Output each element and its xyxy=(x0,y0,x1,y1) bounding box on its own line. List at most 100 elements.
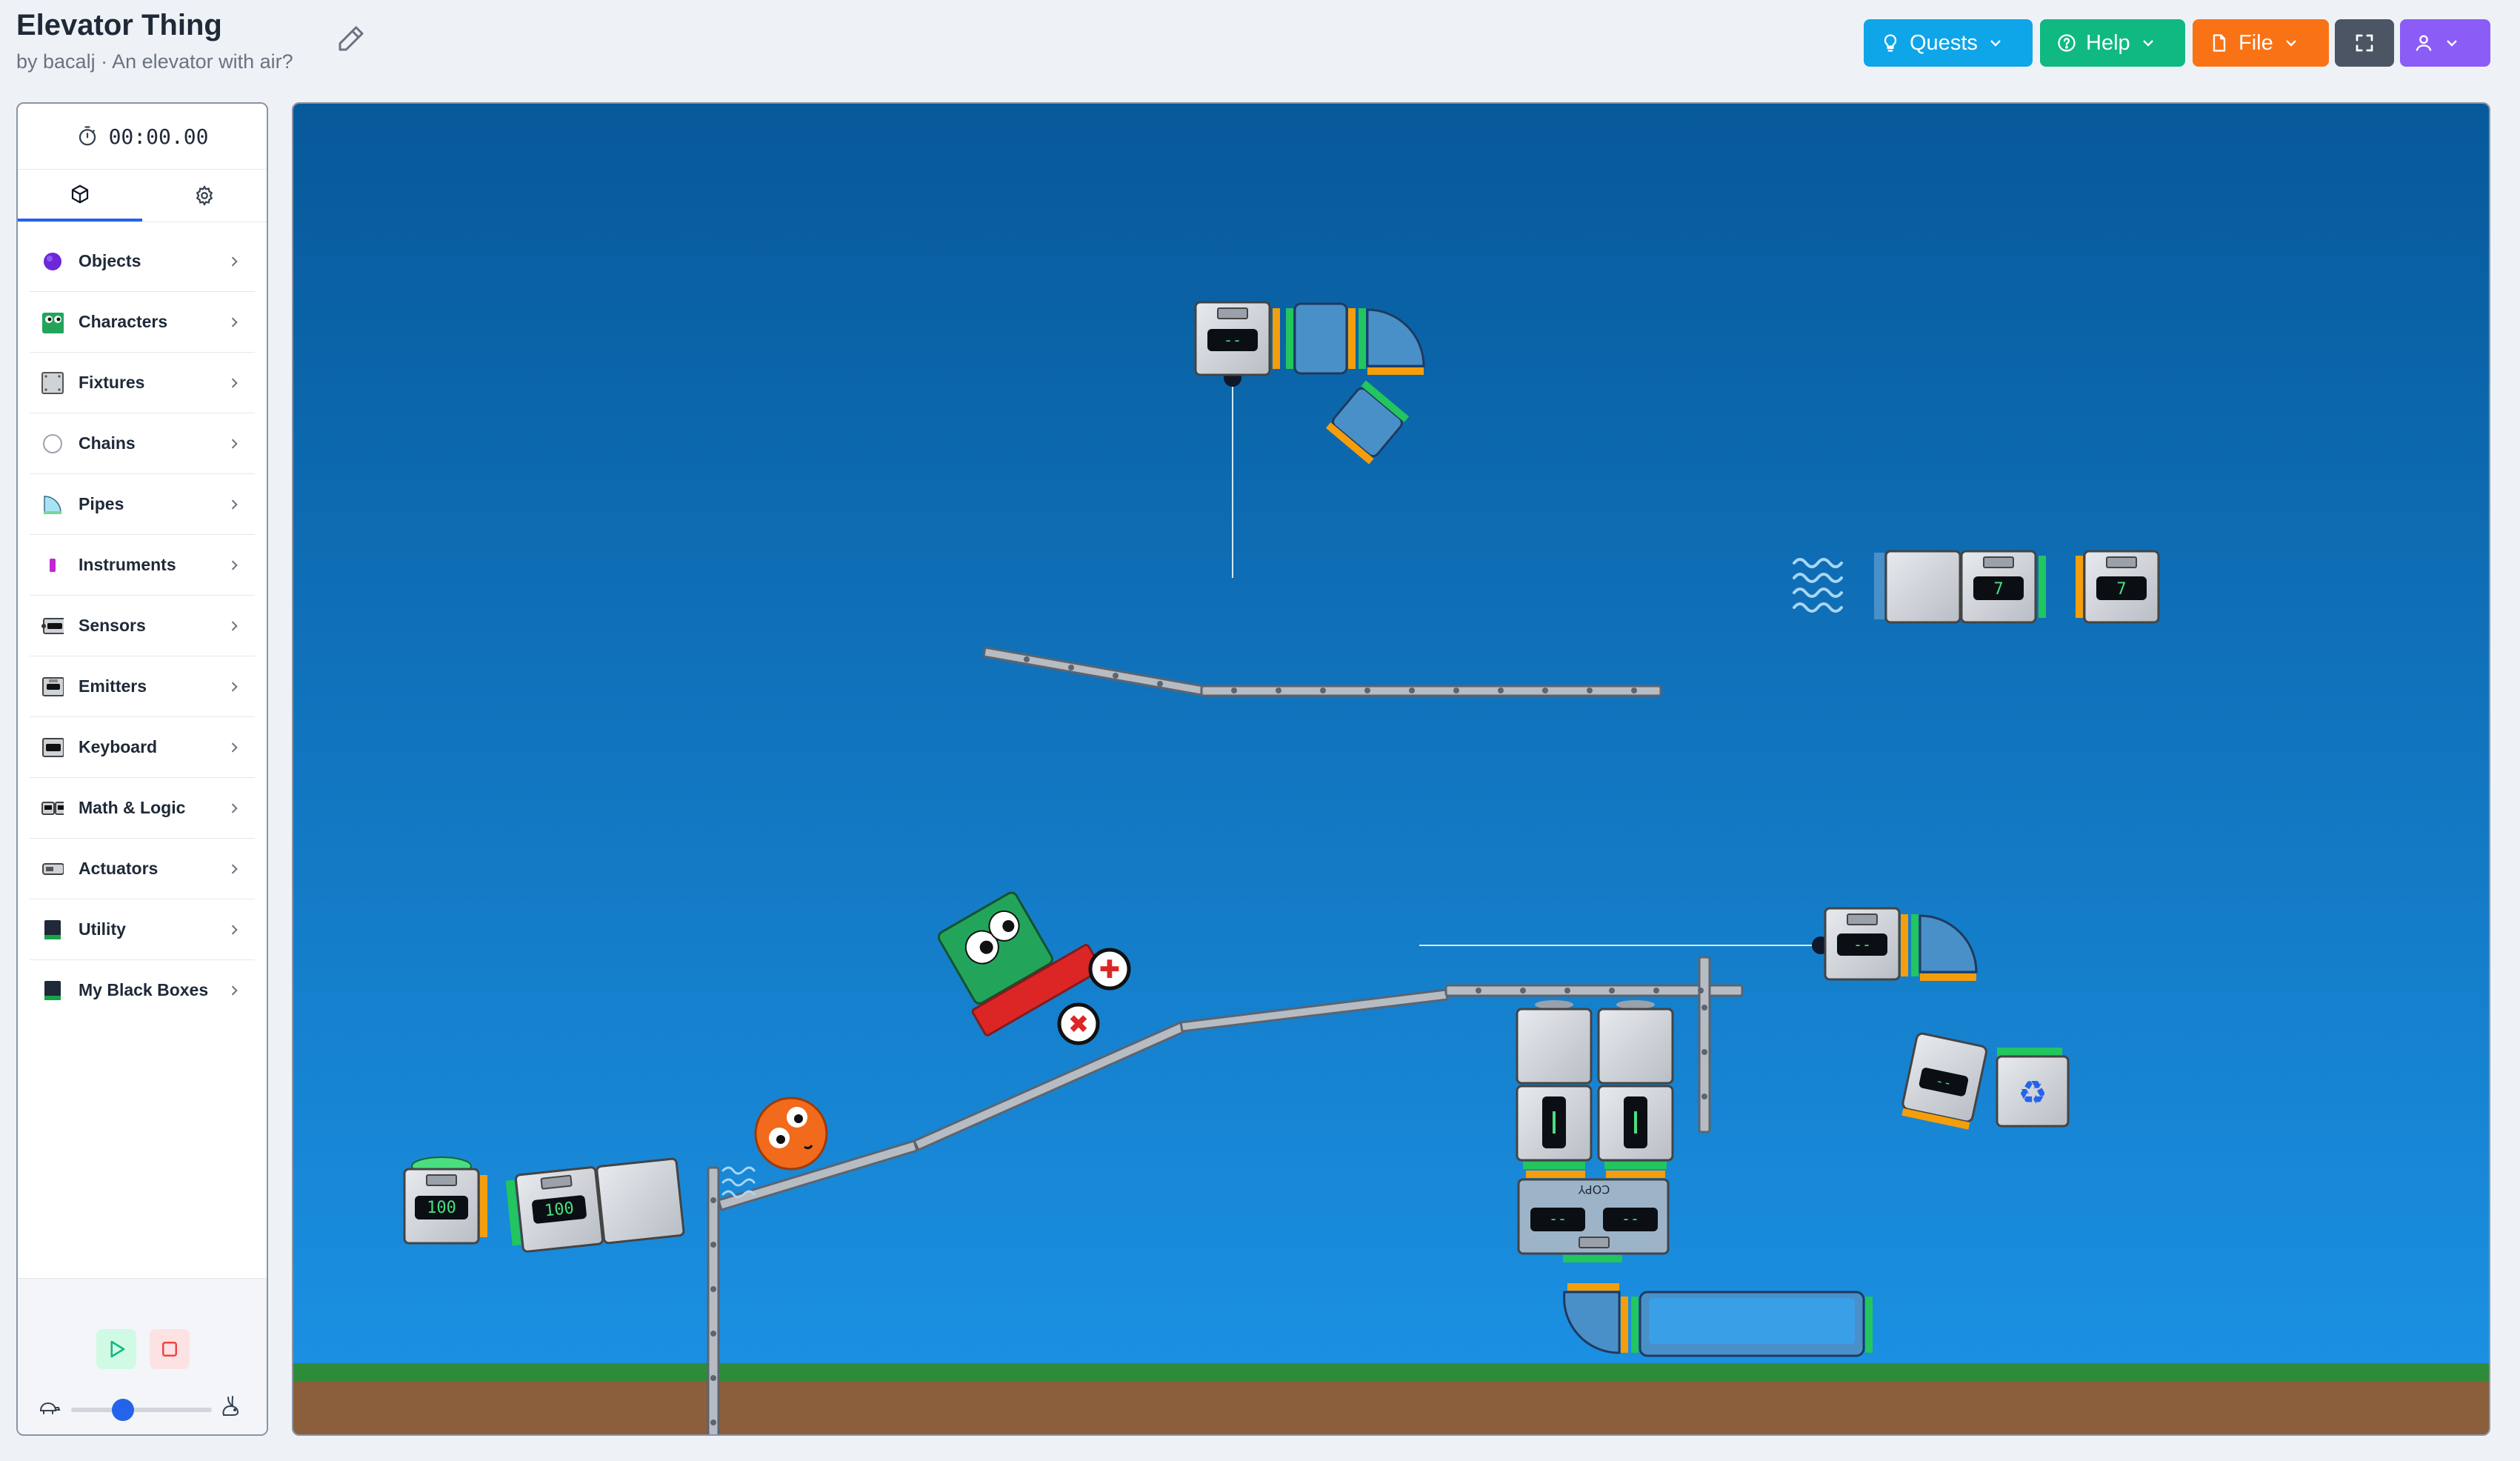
pencil-icon[interactable] xyxy=(336,24,366,53)
category-chains[interactable]: Chains xyxy=(30,413,255,474)
copy-label: COPY xyxy=(1578,1182,1610,1197)
sidebar-tabs xyxy=(18,170,267,222)
category-utility[interactable]: Utility xyxy=(30,899,255,960)
category-actuators[interactable]: Actuators xyxy=(30,839,255,899)
tab-settings[interactable] xyxy=(142,170,267,222)
category-label: Keyboard xyxy=(79,737,158,756)
fullscreen-button[interactable] xyxy=(2335,19,2394,67)
page-title: Elevator Thing xyxy=(16,9,222,41)
chevron-right-icon xyxy=(231,499,238,510)
right-vertical-beam[interactable] xyxy=(1698,956,1711,1134)
chevron-right-icon xyxy=(231,256,238,267)
category-label: Instruments xyxy=(79,555,176,574)
dirt-ground xyxy=(293,1381,2489,1434)
category-my-black-boxes[interactable]: My Black Boxes xyxy=(30,960,255,1020)
left-vertical-beam[interactable] xyxy=(707,1166,720,1436)
counter-a-display: 7 xyxy=(1993,580,2003,599)
category-math-logic[interactable]: Math & Logic xyxy=(30,778,255,839)
orange-ball-character[interactable] xyxy=(754,1096,828,1171)
chevron-right-icon xyxy=(231,802,238,813)
category-sensors[interactable]: Sensors xyxy=(30,596,255,656)
grass-strip xyxy=(293,1363,2489,1381)
gear-icon xyxy=(196,184,213,207)
user-menu-button[interactable] xyxy=(2400,19,2490,67)
green-character-icon xyxy=(41,311,64,333)
rabbit-icon xyxy=(219,1394,241,1422)
keyboard-icon xyxy=(41,736,64,759)
quests-button[interactable]: Quests xyxy=(1864,19,2033,67)
category-emitters[interactable]: Emitters xyxy=(30,656,255,717)
category-label: Sensors xyxy=(79,616,146,635)
wheel-icon: ✖ xyxy=(1068,1010,1090,1039)
bottom-pipe[interactable] xyxy=(1563,1283,1873,1357)
page-subtitle: by bacalj · An elevator with air? xyxy=(16,50,293,73)
speed-slider-thumb[interactable] xyxy=(112,1399,135,1421)
category-objects[interactable]: Objects xyxy=(30,231,255,292)
recycle-bin[interactable]: ♻ xyxy=(1996,1048,2070,1128)
simulation-canvas[interactable]: -- 7 7 -- -- ♻ COPY -- -- 100 100 ✚ ✖ xyxy=(292,102,2490,1436)
fullscreen-icon xyxy=(2356,34,2373,52)
chevron-right-icon xyxy=(231,742,238,753)
right-emitter-display: -- xyxy=(1853,936,1871,954)
turtle-icon xyxy=(39,1397,61,1420)
chevron-right-icon xyxy=(231,377,238,388)
tilted-device-display: -- xyxy=(1934,1073,1953,1091)
chevron-down-icon xyxy=(2142,40,2153,47)
category-label: Fixtures xyxy=(79,373,145,392)
actuator-icon xyxy=(41,858,64,880)
file-icon xyxy=(2213,34,2226,52)
stop-button[interactable] xyxy=(150,1329,190,1369)
sidebar-panel: 00:00.00 Objects Characters Fixtures Cha… xyxy=(16,102,268,1436)
left-counter-display: 100 xyxy=(427,1199,456,1217)
tab-objects[interactable] xyxy=(18,170,142,222)
top-emitter-display: -- xyxy=(1224,331,1241,349)
wheel-icon: ✚ xyxy=(1099,955,1121,985)
timer-value: 00:00.00 xyxy=(108,124,209,149)
stop-icon xyxy=(162,1342,177,1357)
category-keyboard[interactable]: Keyboard xyxy=(30,717,255,778)
category-label: Pipes xyxy=(79,494,124,513)
counter-b-display: 7 xyxy=(2116,580,2126,599)
fixture-panel-icon xyxy=(41,371,64,394)
left-keyboard-device[interactable]: 100 xyxy=(505,1157,685,1254)
left-counter-device[interactable]: 100 xyxy=(403,1157,487,1245)
purple-ball-icon xyxy=(41,250,64,273)
chevron-right-icon xyxy=(231,620,238,631)
chevron-down-icon xyxy=(2285,40,2296,47)
chevron-right-icon xyxy=(231,559,238,570)
instrument-icon xyxy=(41,554,64,576)
chevron-right-icon xyxy=(231,863,238,874)
category-instruments[interactable]: Instruments xyxy=(30,535,255,596)
category-label: Emitters xyxy=(79,676,147,696)
counter-device-a[interactable]: 7 xyxy=(1874,550,2046,624)
copy-display-a: -- xyxy=(1549,1210,1567,1228)
category-characters[interactable]: Characters xyxy=(30,292,255,353)
category-label: Utility xyxy=(79,919,126,939)
counter-device-b[interactable]: 7 xyxy=(2076,550,2160,624)
chevron-right-icon xyxy=(231,438,238,449)
copy-display-b: -- xyxy=(1621,1210,1639,1228)
chain-ring-icon xyxy=(41,433,64,455)
category-label: Actuators xyxy=(79,859,159,878)
lightbulb-icon xyxy=(1884,34,1897,52)
utility-icon xyxy=(41,919,64,941)
speed-track xyxy=(71,1408,212,1412)
black-box-icon xyxy=(41,979,64,1002)
help-label: Help xyxy=(2086,30,2130,55)
timer: 00:00.00 xyxy=(18,104,267,170)
user-icon xyxy=(2416,35,2432,51)
file-button[interactable]: File xyxy=(2193,19,2329,67)
category-label: Math & Logic xyxy=(79,798,186,817)
help-button[interactable]: Help xyxy=(2040,19,2185,67)
play-icon xyxy=(110,1340,125,1358)
category-list: Objects Characters Fixtures Chains Pipes… xyxy=(18,222,267,1020)
top-emitter[interactable]: -- xyxy=(1194,301,1280,387)
recycle-icon: ♻ xyxy=(2018,1074,2047,1112)
play-button[interactable] xyxy=(96,1329,136,1369)
chevron-down-icon xyxy=(1990,40,2001,47)
category-label: My Black Boxes xyxy=(79,980,209,999)
stopwatch-icon xyxy=(79,126,96,146)
category-fixtures[interactable]: Fixtures xyxy=(30,353,255,413)
category-pipes[interactable]: Pipes xyxy=(30,474,255,535)
category-label: Chains xyxy=(79,433,136,453)
